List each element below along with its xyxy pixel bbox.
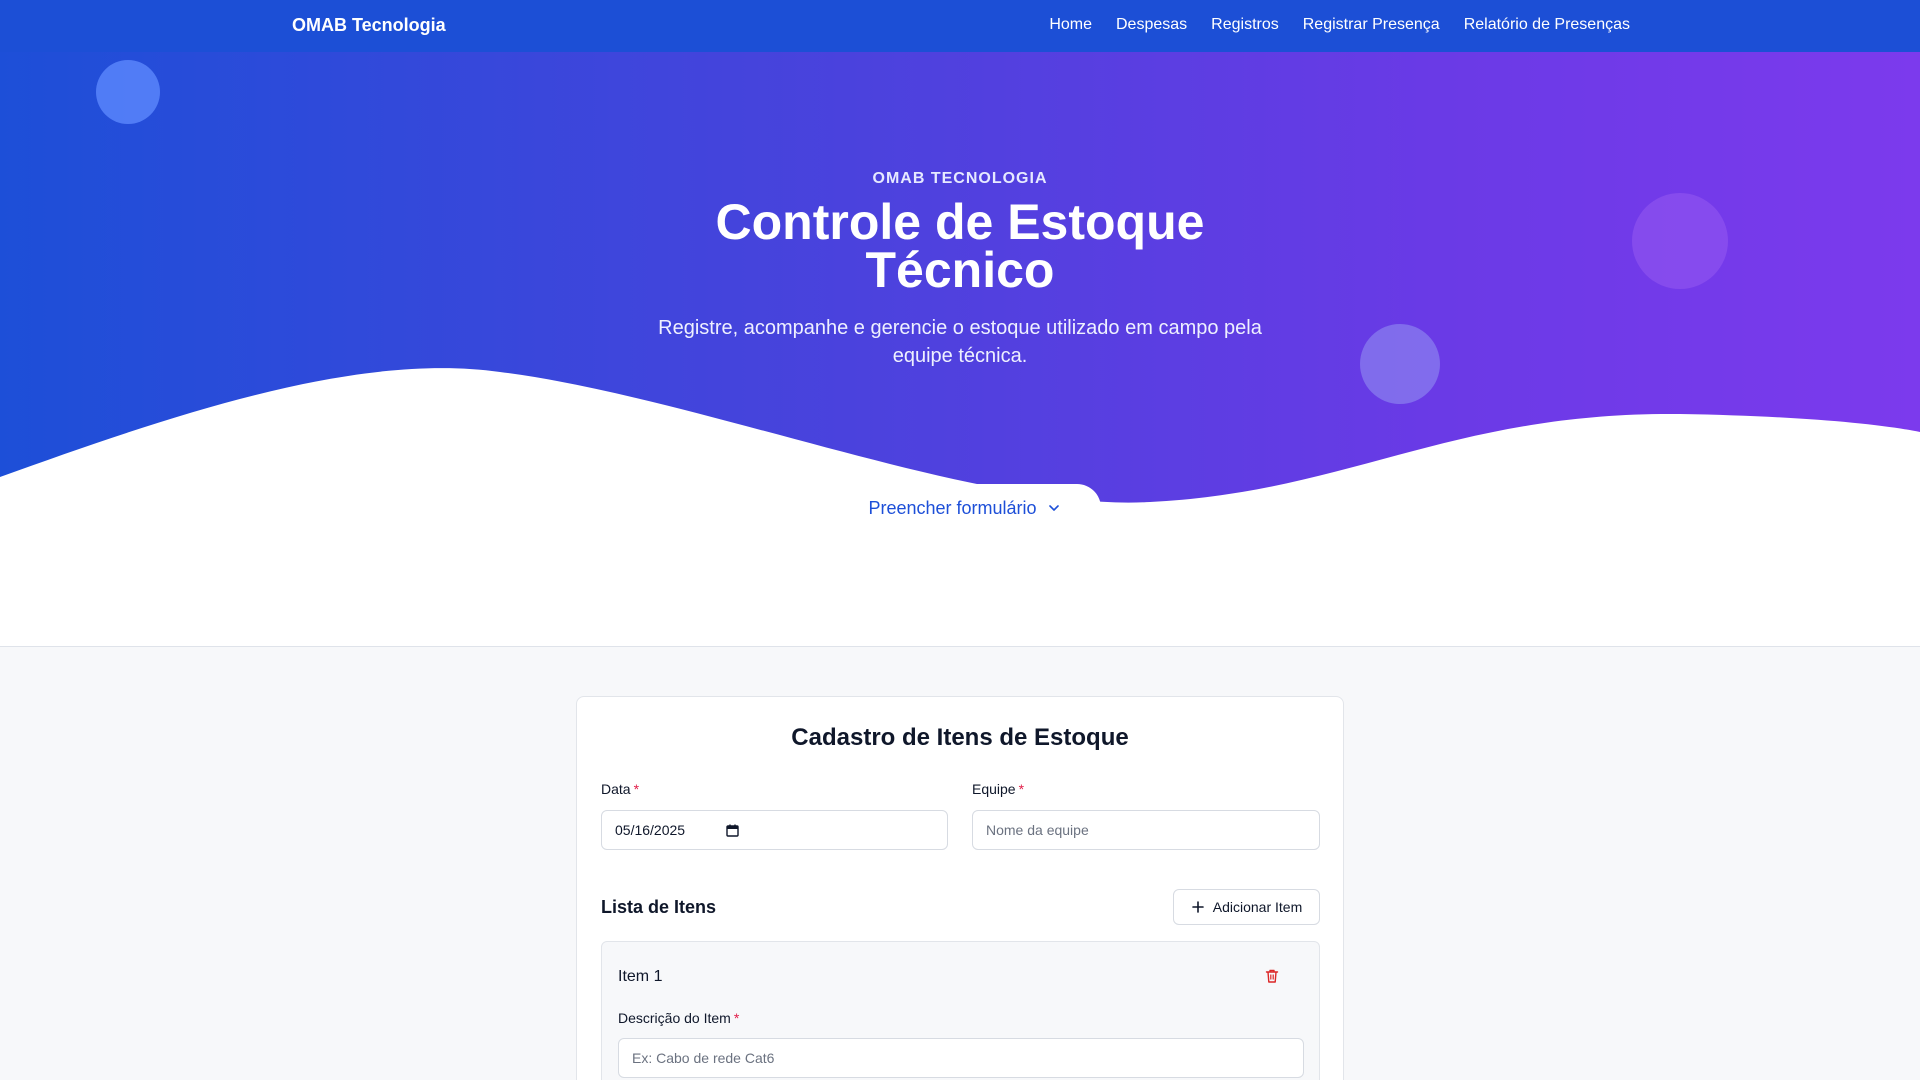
hero-eyebrow: OMAB TECNOLOGIA bbox=[872, 170, 1048, 187]
brand-logo-link[interactable]: OMAB Tecnologia bbox=[292, 15, 446, 36]
navbar: OMAB Tecnologia Home Despesas Registros … bbox=[0, 0, 1920, 52]
trash-icon[interactable] bbox=[1264, 968, 1280, 984]
team-label-text: Equipe bbox=[972, 781, 1016, 797]
nav-links: Home Despesas Registros Registrar Presen… bbox=[1049, 16, 1630, 34]
fill-form-button[interactable]: Preencher formulário bbox=[828, 484, 1101, 532]
item-description-placeholder: Ex: Cabo de rede Cat6 bbox=[632, 1050, 775, 1066]
form-title: Cadastro de Itens de Estoque bbox=[791, 724, 1129, 751]
item-description-input[interactable]: Ex: Cabo de rede Cat6 bbox=[618, 1038, 1304, 1078]
date-label: Data * bbox=[601, 781, 639, 797]
add-item-button[interactable]: Adicionar Item bbox=[1173, 889, 1320, 925]
item-description-label: Descrição do Item * bbox=[618, 1010, 739, 1026]
date-label-text: Data bbox=[601, 781, 631, 797]
team-input[interactable]: Nome da equipe bbox=[972, 810, 1320, 850]
nav-link-relatorio-presencas[interactable]: Relatório de Presenças bbox=[1464, 16, 1630, 34]
fill-form-button-label: Preencher formulário bbox=[868, 497, 1037, 518]
nav-link-home[interactable]: Home bbox=[1049, 16, 1092, 34]
plus-icon bbox=[1191, 901, 1204, 913]
nav-link-despesas[interactable]: Despesas bbox=[1116, 16, 1187, 34]
required-mark: * bbox=[633, 781, 640, 797]
add-item-button-label: Adicionar Item bbox=[1212, 899, 1303, 915]
section-divider bbox=[0, 646, 1920, 647]
item-title: Item 1 bbox=[618, 968, 663, 985]
hero-content: OMAB TECNOLOGIA Controle de Estoque Técn… bbox=[0, 170, 1920, 370]
team-label: Equipe * bbox=[972, 781, 1024, 797]
calendar-icon[interactable] bbox=[726, 824, 739, 837]
required-mark: * bbox=[733, 1010, 740, 1026]
date-input[interactable]: 05/16/2025 bbox=[601, 810, 948, 850]
stock-form-card: Cadastro de Itens de Estoque Data * 05/16… bbox=[576, 696, 1344, 1080]
nav-link-registrar-presenca[interactable]: Registrar Presença bbox=[1303, 16, 1440, 34]
team-input-placeholder: Nome da equipe bbox=[986, 822, 1089, 838]
nav-link-registros[interactable]: Registros bbox=[1211, 16, 1279, 34]
items-section-title: Lista de Itens bbox=[601, 897, 717, 917]
hero-section: OMAB TECNOLOGIA Controle de Estoque Técn… bbox=[0, 52, 1920, 647]
item-card: Item 1 Descrição do Item * Ex: Cabo de re… bbox=[601, 941, 1320, 1080]
hero-subtitle: Registre, acompanhe e gerencie o estoque… bbox=[658, 317, 1262, 367]
date-input-value: 05/16/2025 bbox=[615, 822, 686, 838]
hero-title: Controle de Estoque Técnico bbox=[715, 194, 1205, 298]
required-mark: * bbox=[1018, 781, 1025, 797]
item-description-label-text: Descrição do Item bbox=[618, 1010, 731, 1026]
chevron-down-icon bbox=[1048, 505, 1059, 511]
